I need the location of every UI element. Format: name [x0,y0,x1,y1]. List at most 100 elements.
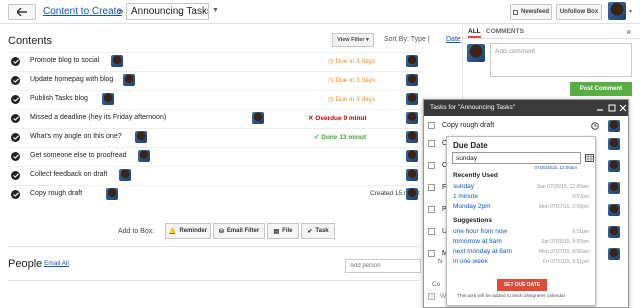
task-row[interactable]: Update homepag with blog ◷ Due in 3 days [8,71,420,89]
view-filter-button[interactable]: View Filter ▾ [332,33,374,47]
popup-first-task: Copy rough draft [442,122,495,129]
task-status: ✕ Overdue 9 minut [308,114,367,122]
add-person-input[interactable] [345,259,421,273]
due-date-option-date: Sat 07/25/15, 8:00am [541,239,589,245]
task-row[interactable]: Promote blog to social ◷ Due in 3 days [8,52,420,70]
tab-all[interactable]: ALL [468,28,481,38]
due-date-option-date: 5:52pm [572,194,589,200]
task-status-text: Due in 3 days [335,58,376,65]
back-button[interactable] [8,4,36,20]
task-complete-check-icon[interactable] [11,57,20,66]
collapsed-section-label[interactable]: Co [432,281,440,288]
check-icon: ✔ [307,228,313,235]
assignee-avatar [608,248,620,260]
due-date-option[interactable]: next monday at 8am [453,248,512,255]
task-button[interactable]: ✔ Task [301,223,335,239]
task-checkbox[interactable] [428,293,435,300]
assignee-avatar [608,204,620,216]
task-title[interactable]: Publish Tasks blog [30,95,88,102]
task-checkbox[interactable] [428,206,435,213]
suggestions-heading: Suggestions [453,217,493,224]
due-date-option-date: Fri 07/31/15, 5:51pm [542,259,589,265]
breadcrumb-separator: » [118,6,124,17]
comment-input[interactable]: Add comment [490,43,632,77]
task-row[interactable]: Copy rough draft Created 15 minut [8,185,420,203]
task-title[interactable]: Copy rough draft [30,190,82,197]
newsfeed-button[interactable]: Newsfeed [510,4,552,20]
task-checkbox[interactable] [428,250,435,257]
task-title[interactable]: Get someone else to proofread [30,152,127,159]
task-complete-check-icon[interactable] [11,95,20,104]
filter-icon: ⛁ [218,228,224,235]
assignee-avatar [608,160,620,172]
task-title[interactable]: Missed a deadline (hey its Friday aftern… [30,114,166,121]
task-complete-check-icon[interactable] [11,190,20,199]
due-date-option[interactable]: in one week [453,258,488,265]
task-row[interactable]: Missed a deadline (hey its Friday aftern… [8,109,420,127]
newsfeed-label: Newsfeed [520,9,549,15]
file-button[interactable]: ▤ File [267,223,299,239]
task-row[interactable]: Publish Tasks blog ◷ Due in 3 days [8,90,420,108]
user-avatar[interactable] [608,2,626,20]
assignee-avatar [123,74,135,86]
reminder-button[interactable]: 🔔 Reminder [165,223,211,239]
task-checkbox[interactable] [428,162,435,169]
calendar-icon[interactable] [585,153,594,162]
task-checkbox[interactable] [428,228,435,235]
task-complete-check-icon[interactable] [11,152,20,161]
assignee-avatar [608,138,620,150]
task-row[interactable]: Collect feedback on draft [8,166,420,184]
owner-avatar [406,150,418,162]
tab-comments[interactable]: COMMENTS [486,28,524,35]
clock-icon[interactable] [591,122,599,130]
task-title[interactable]: Update homepag with blog [30,76,113,83]
sort-by-date-link[interactable]: Date [446,36,461,43]
task-title[interactable]: Promote blog to social [30,57,99,64]
close-icon[interactable] [619,104,627,112]
due-date-option[interactable]: sunday [453,183,474,190]
assignee-avatar [135,131,147,143]
bell-icon: 🔔 [168,228,177,235]
box-title-field[interactable]: Announcing Tasks [126,3,209,20]
task-complete-check-icon[interactable] [11,114,20,123]
task-row[interactable]: Get someone else to proofread [8,147,420,165]
task-status: ◷ Due in 3 days [328,57,375,65]
email-filter-button[interactable]: ⛁ Email Filter [213,223,265,239]
task-title[interactable]: What's my angle on this one? [30,133,122,140]
newsfeed-icon [512,9,518,15]
breadcrumb-link[interactable]: Content to Create [43,6,122,17]
post-comment-button[interactable]: Post Comment [570,82,632,96]
due-date-option[interactable]: tomorrow at 8am [453,238,502,245]
due-date-option[interactable]: one hour from now [453,228,507,235]
task-title[interactable]: Collect feedback on draft [30,171,107,178]
minimize-icon[interactable] [596,104,604,112]
set-due-date-button[interactable]: SET DUE DATE [497,279,547,291]
task-checkbox[interactable] [428,140,435,147]
unfollow-box-button[interactable]: Unfollow Box [556,4,602,20]
new-task-link[interactable]: N [438,258,443,265]
owner-avatar [406,93,418,105]
email-all-link[interactable]: Email All [44,260,69,267]
task-row[interactable]: What's my angle on this one? ✓ Done 13 mi… [8,128,420,146]
task-checkbox[interactable] [428,184,435,191]
add-to-box-label: Add to Box: [118,228,155,235]
due-date-input[interactable] [452,152,581,164]
owner-avatar [406,188,418,200]
chevron-down-icon[interactable]: ▼ [212,7,219,14]
unfollow-label: Unfollow Box [559,9,599,15]
divider [462,38,640,39]
popout-icon[interactable] [608,104,616,112]
reminder-label: Reminder [179,228,208,234]
task-complete-check-icon[interactable] [11,133,20,142]
task-complete-check-icon[interactable] [11,171,20,180]
task-complete-check-icon[interactable] [11,76,20,85]
assignee-avatar [608,182,620,194]
close-icon[interactable]: × [626,27,631,37]
file-label: File [282,228,293,234]
due-date-option[interactable]: 1 minute [453,193,478,200]
task-checkbox[interactable] [428,122,435,129]
chevron-down-icon[interactable]: ▼ [628,9,633,15]
task-status: ◷ Due in 3 days [328,95,375,103]
due-date-option[interactable]: Monday 2pm [453,203,491,210]
assignee-avatar [102,93,114,105]
